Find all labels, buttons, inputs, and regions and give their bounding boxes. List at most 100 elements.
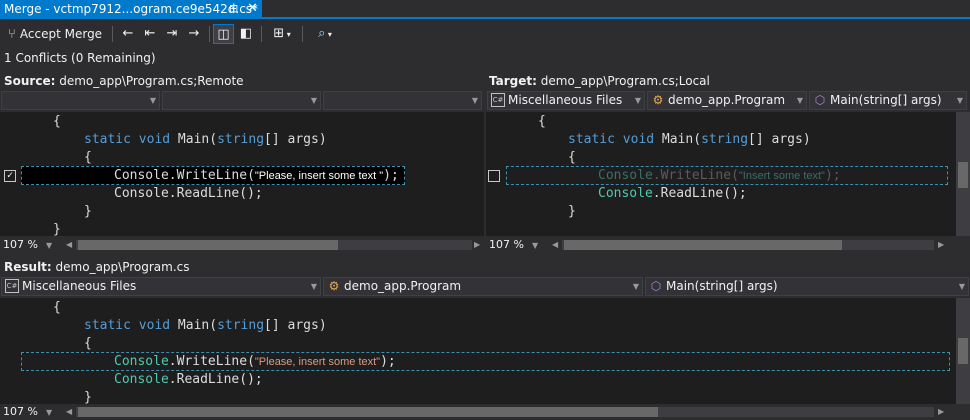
class-icon: ⚙ (328, 279, 340, 293)
scroll-thumb[interactable] (564, 240, 842, 250)
source-zoom[interactable]: 107 % ▼ (3, 237, 52, 254)
toolbar-separator (302, 26, 303, 42)
result-member-dropdown[interactable]: ⬡ Main(string[] args) ▼ (645, 277, 969, 296)
method-icon: ⬡ (650, 279, 662, 293)
chevron-down-icon: ▼ (956, 96, 963, 105)
previous-change-button[interactable]: ← (118, 24, 138, 44)
target-member-dropdown[interactable]: ⬡ Main(string[] args) ▼ (809, 91, 967, 110)
code-line: static void Main(string[] args) (84, 132, 327, 147)
next-change-button[interactable]: → (184, 24, 204, 44)
code-line: { (538, 114, 546, 129)
result-pane-header: Result: demo_app\Program.cs (4, 258, 190, 276)
scroll-right-icon[interactable]: ▶ (474, 237, 480, 253)
result-navigation-bar: C# Miscellaneous Files ▼ ⚙ demo_app.Program… (0, 276, 970, 297)
layout-grid-icon: ⊞ (273, 26, 285, 41)
chevron-down-icon: ▼ (45, 408, 53, 417)
target-status-row: 107 % ▼ ◀ ▶ (486, 237, 970, 253)
split-layout-icon: ◧ (239, 26, 253, 41)
source-type-dropdown[interactable]: ▼ (162, 91, 321, 110)
source-project-dropdown[interactable]: ▼ (1, 91, 160, 110)
code-line: Console.ReadLine(); (598, 186, 747, 201)
code-line: } (53, 222, 61, 236)
scroll-thumb[interactable] (78, 240, 338, 250)
merge-toolbar: ⑂ Accept Merge ← ⇤ ⇥ → ◫ ◧ ⊞ ▾ ⌕ ▾ (0, 21, 970, 47)
code-line: { (568, 150, 576, 165)
vertical-view-button[interactable]: ◫ (213, 24, 234, 44)
code-line: Console.ReadLine(); (114, 372, 263, 387)
arrow-left-icon: ← (122, 26, 134, 41)
scroll-thumb[interactable] (78, 407, 658, 417)
merge-document-tab[interactable]: Merge - vctmp7912...ogram.ce9e542d.cs* ⊟… (0, 0, 262, 19)
code-line: } (568, 204, 576, 219)
result-type-dropdown[interactable]: ⚙ demo_app.Program ▼ (323, 277, 643, 296)
csharp-file-icon: C# (491, 93, 505, 107)
scroll-left-icon[interactable]: ◀ (66, 237, 72, 253)
horizontal-view-button[interactable]: ◧ (236, 24, 256, 44)
chevron-down-icon: ▼ (471, 96, 478, 105)
accept-merge-button[interactable]: ⑂ Accept Merge (6, 24, 104, 44)
code-line: { (84, 336, 92, 351)
target-project-dropdown[interactable]: C# Miscellaneous Files ▼ (487, 91, 645, 110)
toolbar-separator (112, 26, 113, 42)
arrow-last-icon: ⇥ (166, 26, 178, 41)
scroll-left-icon[interactable]: ◀ (66, 404, 72, 420)
chevron-down-icon: ▼ (531, 241, 539, 250)
method-icon: ⬡ (814, 93, 826, 107)
scroll-thumb[interactable] (958, 162, 968, 188)
merge-icon: ⑂ (7, 27, 16, 42)
source-status-row: 107 % ▼ ◀ ▶ (0, 237, 484, 253)
scroll-thumb[interactable] (958, 338, 968, 364)
csharp-file-icon: C# (5, 279, 19, 293)
source-editor[interactable]: { static void Main(string[] args) { ✓ Co… (0, 112, 484, 236)
scroll-right-icon[interactable]: ▶ (938, 404, 944, 420)
code-line-conflict: Console.WriteLine("Please, insert some t… (114, 354, 396, 369)
chevron-down-icon: ▼ (310, 96, 317, 105)
source-label: Source: (4, 74, 56, 88)
class-icon: ⚙ (652, 93, 664, 107)
close-icon[interactable]: ✕ (247, 0, 258, 18)
code-line-conflict: Console.WriteLine("Please, insert some t… (114, 168, 399, 183)
chevron-down-icon: ▼ (632, 282, 639, 291)
result-label: Result: (4, 260, 52, 274)
chevron-down-icon: ▼ (796, 96, 803, 105)
target-editor[interactable]: { static void Main(string[] args) { Cons… (486, 112, 956, 236)
target-vertical-scrollbar[interactable] (956, 112, 970, 236)
scroll-right-icon[interactable]: ▶ (938, 237, 944, 253)
chevron-down-icon: ▼ (958, 282, 965, 291)
code-line: static void Main(string[] args) (568, 132, 811, 147)
target-zoom[interactable]: 107 % ▼ (489, 237, 538, 254)
target-path: demo_app\Program.cs;Local (540, 74, 710, 88)
result-editor[interactable]: { static void Main(string[] args) { Cons… (0, 298, 956, 404)
arrow-right-icon: → (188, 26, 200, 41)
scroll-left-icon[interactable]: ◀ (552, 237, 558, 253)
code-line: { (84, 150, 92, 165)
code-line: } (84, 204, 92, 219)
source-member-dropdown[interactable]: ▼ (323, 91, 482, 110)
chevron-down-icon: ▼ (149, 96, 156, 105)
compare-options-button[interactable]: ⌕ ▾ (308, 24, 342, 44)
chevron-down-icon: ▼ (45, 241, 53, 250)
result-path: demo_app\Program.cs (55, 260, 190, 274)
target-type-dropdown[interactable]: ⚙ demo_app.Program ▼ (647, 91, 807, 110)
result-vertical-scrollbar[interactable] (956, 298, 970, 404)
result-status-row: 107 % ▼ ◀ ▶ (0, 404, 970, 420)
source-accept-checkbox[interactable]: ✓ (4, 170, 16, 182)
chevron-down-icon: ▼ (634, 96, 641, 105)
result-zoom[interactable]: 107 % ▼ (3, 404, 52, 420)
layout-dropdown-button[interactable]: ⊞ ▾ (266, 24, 298, 44)
first-change-button[interactable]: ⇤ (140, 24, 160, 44)
result-project-dropdown[interactable]: C# Miscellaneous Files ▼ (1, 277, 321, 296)
code-line-conflict: Console.WriteLine("Insert some text"); (598, 168, 841, 183)
chevron-down-icon: ▾ (284, 30, 291, 39)
accept-merge-label: Accept Merge (19, 27, 103, 41)
target-pane-header: Target: demo_app\Program.cs;Local (489, 72, 710, 90)
last-change-button[interactable]: ⇥ (162, 24, 182, 44)
tab-title: Merge - vctmp7912...ogram.ce9e542d.cs* (4, 2, 259, 16)
source-pane-header: Source: demo_app\Program.cs;Remote (4, 72, 244, 90)
vertical-layout-icon: ◫ (217, 27, 230, 42)
target-accept-checkbox[interactable] (488, 170, 500, 182)
conflicts-status: 1 Conflicts (0 Remaining) (4, 51, 156, 65)
toolbar-separator (261, 26, 262, 42)
pin-icon[interactable]: ⊟ (229, 0, 238, 18)
source-path: demo_app\Program.cs;Remote (59, 74, 244, 88)
